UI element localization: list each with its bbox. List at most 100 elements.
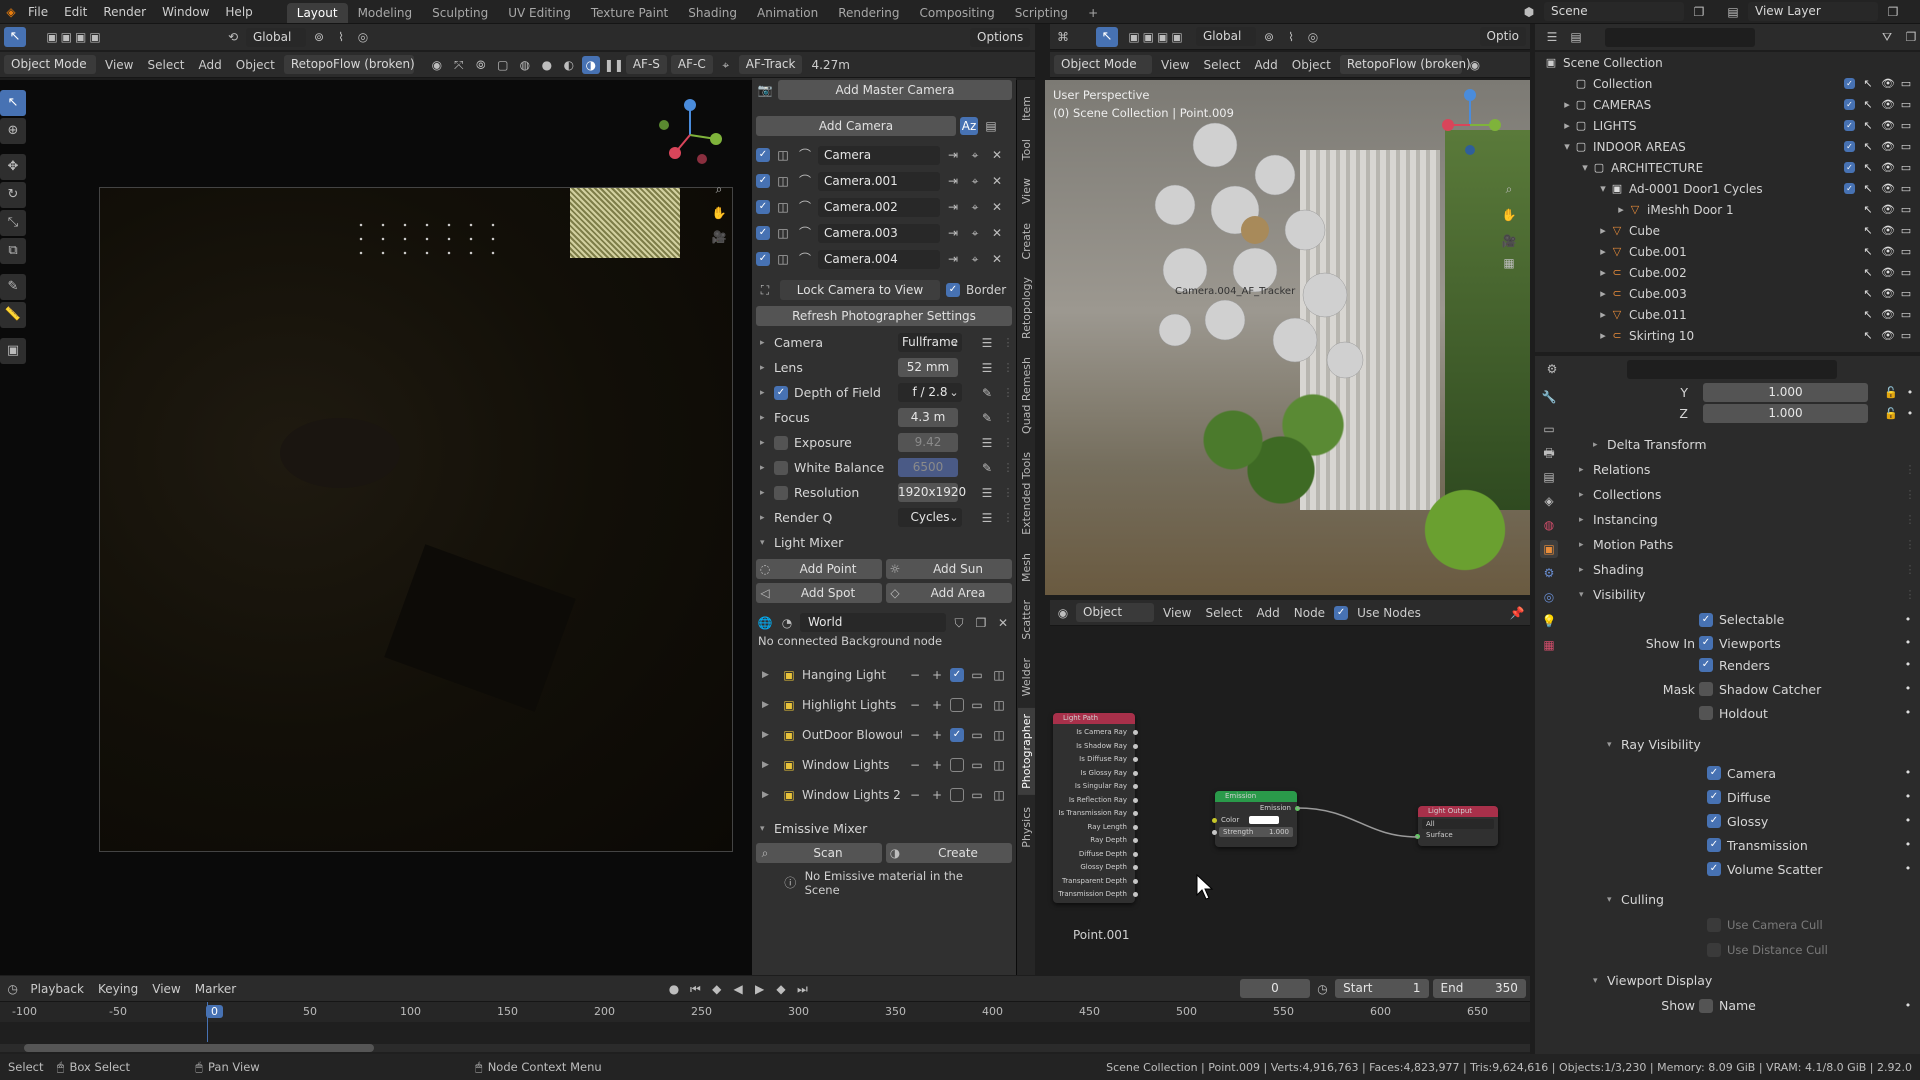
list-icon[interactable]: ▤ — [982, 117, 1000, 135]
set-camera-icon[interactable]: ⇥ — [944, 198, 962, 216]
scene-viewport[interactable]: User Perspective (0) Scene Collection | … — [1045, 80, 1530, 595]
select-camera-icon[interactable]: ⌖ — [966, 172, 984, 190]
property-value-field[interactable]: 9.42 — [898, 433, 958, 452]
holdout-checkbox[interactable] — [1699, 706, 1713, 720]
photographer-property-row[interactable]: ▸ ✓ Depth of Field f / 2.8 ⌄ ✎ ⋮ — [752, 380, 1016, 405]
node-editor-type-icon[interactable]: ◉ — [1054, 604, 1072, 622]
outliner-row[interactable]: ▸ ⊂ Cube.003 ↖ 👁 ▭ — [1535, 283, 1920, 304]
menu-playback[interactable]: Playback — [25, 982, 89, 996]
visibility-eye-icon[interactable]: 👁 — [1881, 329, 1895, 342]
set-camera-icon[interactable]: ⇥ — [944, 224, 962, 242]
eyedropper-icon[interactable]: ✎ — [978, 384, 996, 402]
new-collection-icon[interactable]: ❐ — [1902, 28, 1920, 46]
lock-z-icon[interactable]: 🔓 — [1884, 407, 1898, 420]
render-visibility-icon[interactable]: ▭ — [1900, 329, 1912, 342]
tool-rotate-icon[interactable]: ↻ — [0, 182, 26, 208]
ray-visibility-row[interactable]: ✓ Volume Scatter • — [1565, 857, 1920, 881]
selectable-arrow-icon[interactable]: ↖ — [1862, 266, 1874, 279]
add-point-button[interactable]: ◌ Add Point — [756, 559, 882, 579]
proportional-edit-icon[interactable]: ◎ — [354, 28, 372, 46]
photographer-property-row[interactable]: ▸ Focus 4.3 m ✎ ⋮ — [752, 405, 1016, 430]
renders-checkbox[interactable]: ✓ — [1699, 658, 1713, 672]
render-visibility-icon[interactable]: ▭ — [1900, 308, 1912, 321]
light-collection-row[interactable]: ▶ ▣ Hanging Light − + ✓ ▭ ◫ — [752, 660, 1016, 690]
pivot-icon[interactable]: ⊚ — [310, 28, 328, 46]
outliner-expand-icon[interactable]: ▸ — [1615, 203, 1627, 216]
af-track-button[interactable]: AF-Track — [738, 55, 803, 74]
render-visibility-icon[interactable]: ▭ — [1900, 77, 1912, 90]
end-frame-field[interactable]: End 350 — [1432, 979, 1526, 998]
ray-checkbox[interactable]: ✓ — [1707, 766, 1721, 780]
camera-render-icon[interactable]: ◫ — [774, 250, 792, 268]
light-enable-checkbox[interactable] — [950, 698, 964, 712]
tab-uv-editing[interactable]: UV Editing — [498, 3, 581, 23]
viewport-display-icon[interactable]: ▭ — [968, 756, 986, 774]
property-value-field[interactable]: 6500 — [898, 458, 958, 477]
delete-camera-icon[interactable]: ✕ — [988, 198, 1006, 216]
property-checkbox[interactable] — [774, 485, 788, 500]
tab-scripting[interactable]: Scripting — [1005, 3, 1078, 23]
camera-list-item[interactable]: ✓ ◫ ⌒ Camera.004 ⇥ ⌖ ✕ — [756, 246, 1012, 272]
select-camera-icon[interactable]: ⌖ — [966, 250, 984, 268]
camera-enable-checkbox[interactable]: ✓ — [756, 226, 770, 240]
outliner-expand-icon[interactable] — [1561, 78, 1573, 90]
outliner-expand-icon[interactable]: ▸ — [1561, 119, 1573, 132]
property-section-header[interactable]: ▸ Collections ⋮ — [1565, 482, 1920, 507]
drag-handle-icon[interactable]: ⋮ — [1002, 386, 1014, 399]
right-select-mode-icons[interactable]: ▣▣▣▣ — [1122, 28, 1192, 46]
light-collection-row[interactable]: ▶ ▣ Window Lights 2− + ▭ ◫ — [752, 780, 1016, 810]
camera-name-field[interactable]: Camera — [818, 145, 940, 165]
filter-icon[interactable]: ⛛ — [1878, 28, 1896, 46]
node-editor-canvas[interactable]: Light Path Is Camera Ray Is Shadow Ray Is … — [1045, 628, 1530, 975]
blender-logo-icon[interactable]: ◈ — [2, 3, 20, 21]
expand-arrow-icon[interactable]: ▶ — [762, 730, 776, 740]
modifiers-tab-icon[interactable]: ⚙ — [1540, 564, 1558, 582]
menu-object[interactable]: Object — [231, 58, 280, 72]
sidebar-tab[interactable]: Tool — [1018, 133, 1035, 166]
drag-handle-icon[interactable]: ⋮ — [1002, 361, 1014, 374]
node-menu-view[interactable]: View — [1158, 606, 1196, 620]
right-menu-add[interactable]: Add — [1250, 58, 1283, 72]
light-collection-row[interactable]: ▶ ▣ Window Lights − + ▭ ◫ — [752, 750, 1016, 780]
photographer-property-row[interactable]: ▸ Exposure 9.42 ☰ ⋮ — [752, 430, 1016, 455]
property-checkbox[interactable] — [774, 435, 788, 450]
viewport-display-icon[interactable]: ▭ — [968, 786, 986, 804]
light-enable-checkbox[interactable] — [950, 758, 964, 772]
property-section-header[interactable]: ▸ Motion Paths ⋮ — [1565, 532, 1920, 557]
outliner-row[interactable]: ▸ ▽ iMeshh Door 1 ↖ 👁 ▭ — [1535, 199, 1920, 220]
tool-select-icon[interactable]: ↖ — [0, 90, 26, 116]
gizmo-icon[interactable]: ⤧ — [450, 56, 468, 74]
outliner-row[interactable]: ▸ ▽ Cube.011 ↖ 👁 ▭ — [1535, 304, 1920, 325]
increase-icon[interactable]: + — [928, 786, 946, 804]
visibility-eye-icon[interactable]: 👁 — [1881, 245, 1895, 258]
sort-az-icon[interactable]: Az — [960, 117, 978, 135]
selectable-arrow-icon[interactable]: ↖ — [1862, 329, 1874, 342]
timeline-scroll-thumb[interactable] — [24, 1044, 374, 1052]
refresh-photographer-settings-button[interactable]: Refresh Photographer Settings — [756, 306, 1012, 326]
right-select-tool-icon[interactable]: ↖ — [1096, 26, 1118, 47]
holdout-row[interactable]: Holdout • — [1565, 702, 1920, 724]
keyframe-selectable-icon[interactable]: • — [1902, 613, 1914, 626]
right-grid-icon[interactable]: ▦ — [1500, 254, 1518, 272]
selectable-arrow-icon[interactable]: ↖ — [1862, 98, 1874, 111]
display-mode-icon[interactable]: ▤ — [1567, 28, 1585, 46]
decrease-icon[interactable]: − — [906, 756, 924, 774]
menu-file[interactable]: File — [20, 0, 56, 24]
render-camera-icon[interactable]: ◫ — [990, 786, 1008, 804]
add-spot-button[interactable]: ◁ Add Spot — [756, 583, 882, 603]
selectable-arrow-icon[interactable]: ↖ — [1862, 119, 1874, 132]
photographer-property-row[interactable]: ▸ White Balance 6500 ✎ ⋮ — [752, 455, 1016, 480]
sidebar-tab[interactable]: Quad Remesh — [1018, 351, 1035, 440]
outliner-expand-icon[interactable]: ▸ — [1597, 329, 1609, 342]
outliner-expand-icon[interactable]: ▸ — [1597, 224, 1609, 237]
outliner-expand-icon[interactable]: ▾ — [1561, 140, 1573, 153]
camera-list-item[interactable]: ✓ ◫ ⌒ Camera.002 ⇥ ⌖ ✕ — [756, 194, 1012, 220]
pan-hand-icon[interactable]: ✋ — [710, 204, 728, 222]
render-visibility-icon[interactable]: ▭ — [1900, 224, 1912, 237]
select-camera-icon[interactable]: ⌖ — [966, 224, 984, 242]
increase-icon[interactable]: + — [928, 726, 946, 744]
keyframe-viewports-icon[interactable]: • — [1902, 637, 1914, 649]
right-menu-select[interactable]: Select — [1198, 58, 1245, 72]
delete-camera-icon[interactable]: ✕ — [988, 224, 1006, 242]
timeline-area[interactable]: -100 -50 0 50 100 150 200 250 300 350 400 450 500 550… — [0, 1002, 1530, 1054]
